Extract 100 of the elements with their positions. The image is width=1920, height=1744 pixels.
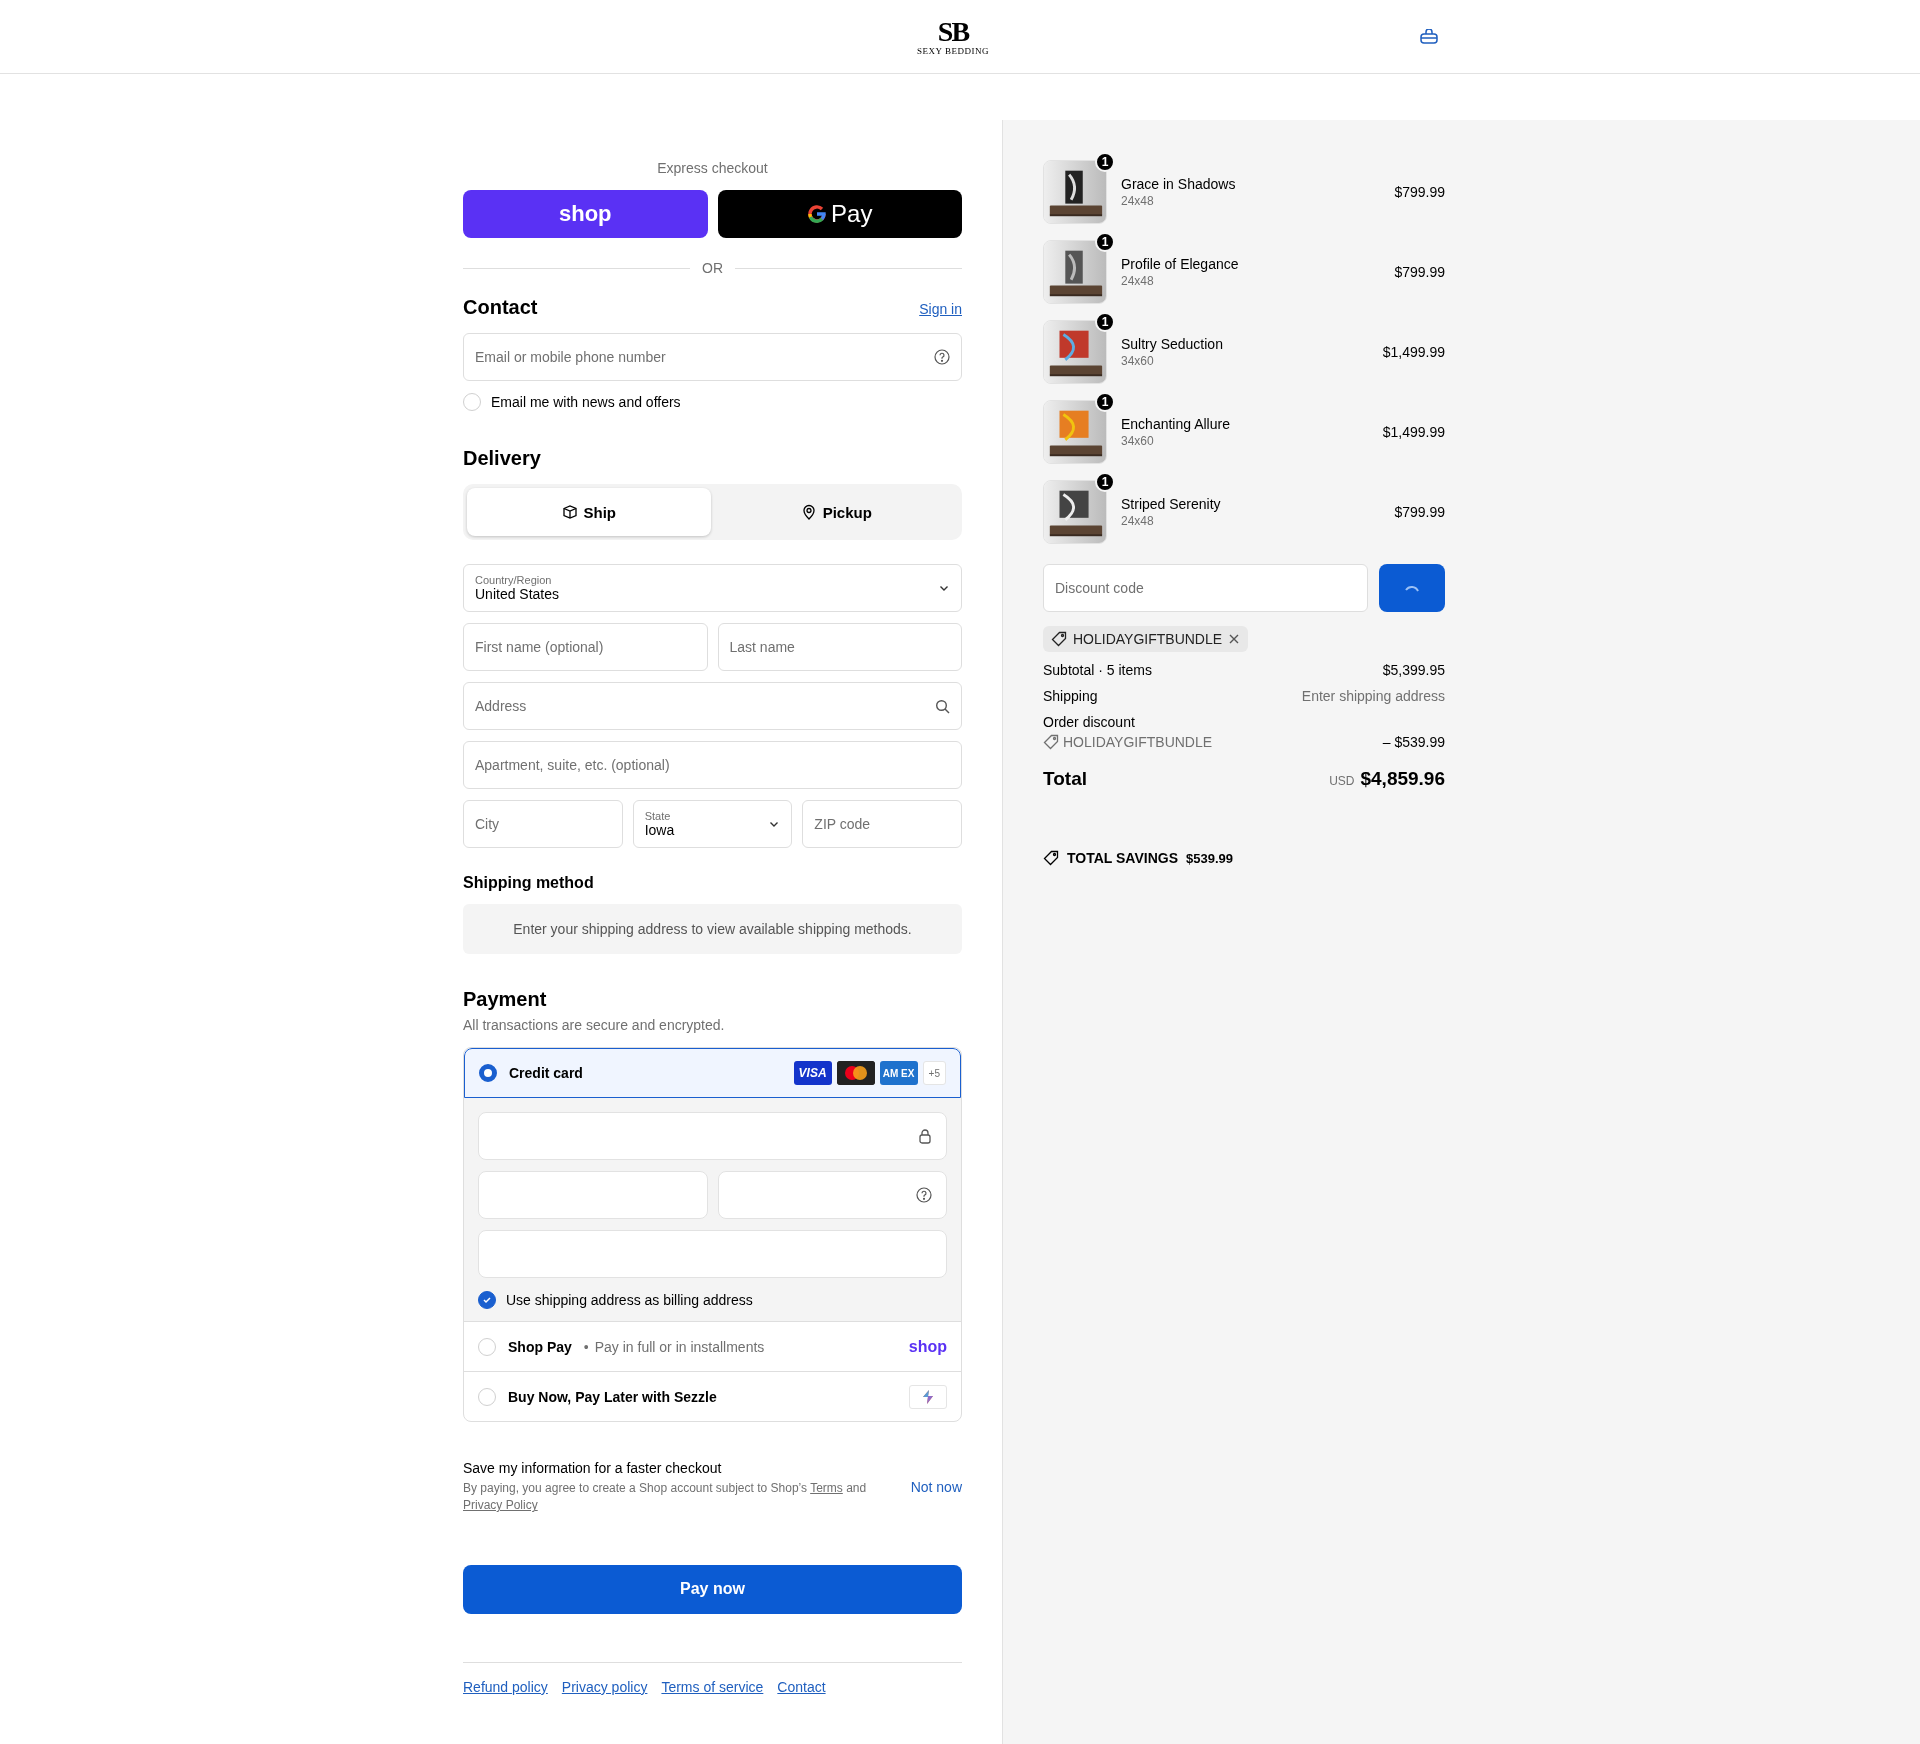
footer-link[interactable]: Contact — [777, 1678, 826, 1695]
sign-in-link[interactable]: Sign in — [919, 301, 962, 317]
quantity-badge: 1 — [1095, 232, 1115, 252]
search-icon — [935, 698, 950, 714]
google-icon — [807, 204, 828, 224]
mastercard-logo — [836, 1061, 875, 1085]
payment-method-label[interactable]: Buy Now, Pay Later with Sezzle — [508, 1388, 717, 1405]
name-on-card-field[interactable] — [478, 1230, 947, 1278]
shop-pay-button[interactable]: shop — [463, 190, 708, 238]
product-price: $1,499.99 — [1382, 424, 1445, 440]
payment-method-label[interactable]: Shop Pay — [508, 1338, 572, 1355]
product-variant: 24x48 — [1121, 274, 1155, 288]
radio-button[interactable] — [479, 1064, 497, 1082]
city-field[interactable]: City — [463, 800, 623, 848]
section-heading: Shipping method — [463, 874, 595, 892]
last-name-field[interactable]: Last name — [717, 623, 962, 671]
help-icon — [934, 349, 950, 365]
total-label: Total — [1043, 768, 1087, 790]
separator-dot: • — [583, 1338, 589, 1355]
logo-monogram[interactable]: SB — [933, 17, 973, 46]
product-price: $799.99 — [1394, 264, 1445, 280]
shop-logo: shop — [908, 1337, 947, 1356]
tags-icon — [1043, 850, 1059, 866]
more-brands-badge: +5 — [922, 1061, 946, 1085]
shipping-methods-notice: Enter your shipping address to view available shipping methods. — [463, 904, 962, 954]
total-value: $4,859.96 — [1360, 768, 1445, 790]
card-number-field[interactable] — [478, 1112, 947, 1160]
summary-value: – $539.99 — [1382, 734, 1445, 750]
terms-notice: By paying, you agree to create a Shop account subject to Shop’s Terms and Privacy Policy — [463, 1480, 868, 1515]
address-field[interactable]: Address — [463, 682, 962, 730]
apply-button[interactable] — [1379, 564, 1445, 612]
tag-icon — [1043, 734, 1059, 750]
privacy-policy-link[interactable]: Privacy Policy — [463, 1498, 538, 1513]
location-pin-icon — [800, 504, 817, 520]
google-pay-button[interactable]: Pay — [717, 190, 962, 238]
lock-icon — [918, 1128, 932, 1144]
product-name: Sultry Seduction — [1121, 336, 1224, 352]
shopping-bag-icon[interactable] — [1419, 28, 1439, 45]
first-name-field[interactable]: First name (optional) — [463, 623, 708, 671]
product-name: Enchanting Allure — [1121, 416, 1231, 432]
product-name: Profile of Elegance — [1121, 256, 1240, 272]
delivery-tab[interactable]: Ship — [467, 488, 711, 536]
quantity-badge: 1 — [1095, 312, 1115, 332]
box-icon — [561, 504, 578, 520]
summary-value: Enter shipping address — [1301, 688, 1445, 704]
close-icon[interactable] — [1228, 633, 1241, 645]
security-code-field[interactable] — [717, 1171, 947, 1219]
section-title: Express checkout — [656, 160, 769, 176]
quantity-badge: 1 — [1095, 472, 1115, 492]
payment-subtitle: All transactions are secure and encrypted. — [463, 1017, 726, 1033]
zip-code-field[interactable]: ZIP code — [802, 800, 962, 848]
product-name: Grace in Shadows — [1121, 176, 1237, 192]
discount-code-label: HOLIDAYGIFTBUNDLE — [1063, 734, 1213, 750]
product-name: Striped Serenity — [1121, 496, 1222, 512]
summary-label: Subtotal · 5 items — [1043, 662, 1152, 678]
delivery-tab[interactable]: Pickup — [714, 488, 958, 536]
checkbox[interactable] — [478, 1291, 496, 1309]
quantity-badge: 1 — [1095, 392, 1115, 412]
sezzle-logo — [920, 1388, 936, 1405]
summary-value: $5,399.95 — [1382, 662, 1445, 678]
discount-code-field[interactable]: Discount code — [1043, 564, 1368, 612]
currency-label: USD — [1329, 774, 1355, 788]
apartment-field[interactable]: Apartment, suite, etc. (optional) — [463, 741, 962, 789]
checkbox-label: Use shipping address as billing address — [506, 1292, 753, 1308]
footer-link[interactable]: Privacy policy — [561, 1678, 648, 1695]
country-select[interactable]: Country/Region United States — [463, 564, 962, 612]
product-variant: 34x60 — [1121, 434, 1155, 448]
product-price: $799.99 — [1394, 504, 1445, 520]
section-heading: Payment — [463, 988, 548, 1011]
summary-label: Order discount — [1043, 714, 1135, 730]
product-price: $1,499.99 — [1382, 344, 1445, 360]
not-now-link[interactable]: Not now — [910, 1479, 962, 1496]
amex-logo: AM EX — [879, 1061, 918, 1085]
product-variant: 34x60 — [1121, 354, 1155, 368]
savings-value: $539.99 — [1186, 850, 1233, 866]
terms-link[interactable]: Terms — [810, 1481, 843, 1495]
pay-now-button[interactable]: Pay now — [463, 1564, 962, 1614]
summary-label: Shipping — [1043, 688, 1098, 704]
logo-text: SEXY BEDDING — [917, 46, 989, 56]
tag-icon — [1051, 631, 1067, 647]
check-icon — [482, 1295, 492, 1305]
checkbox-label: Email me with news and offers — [491, 394, 681, 410]
product-price: $799.99 — [1394, 184, 1445, 200]
footer-link[interactable]: Refund policy — [463, 1678, 548, 1695]
divider-label: OR — [702, 260, 723, 276]
help-icon — [916, 1187, 932, 1203]
method-detail: Pay in full or in installments — [594, 1338, 765, 1355]
quantity-badge: 1 — [1095, 152, 1115, 172]
section-heading: Delivery — [463, 447, 542, 470]
email-field[interactable]: Email or mobile phone number — [463, 333, 962, 381]
save-info-title: Save my information for a faster checkout — [463, 1460, 723, 1476]
product-variant: 24x48 — [1121, 514, 1155, 528]
payment-method-label[interactable]: Credit card — [509, 1065, 583, 1081]
product-variant: 24x48 — [1121, 194, 1155, 208]
state-select[interactable]: State Iowa — [632, 800, 793, 848]
visa-logo: VISA — [793, 1061, 832, 1085]
footer-link[interactable]: Terms of service — [661, 1678, 764, 1695]
section-heading: Contact — [463, 296, 538, 319]
savings-label: TOTAL SAVINGS — [1067, 850, 1178, 866]
expiry-field[interactable] — [478, 1171, 708, 1219]
